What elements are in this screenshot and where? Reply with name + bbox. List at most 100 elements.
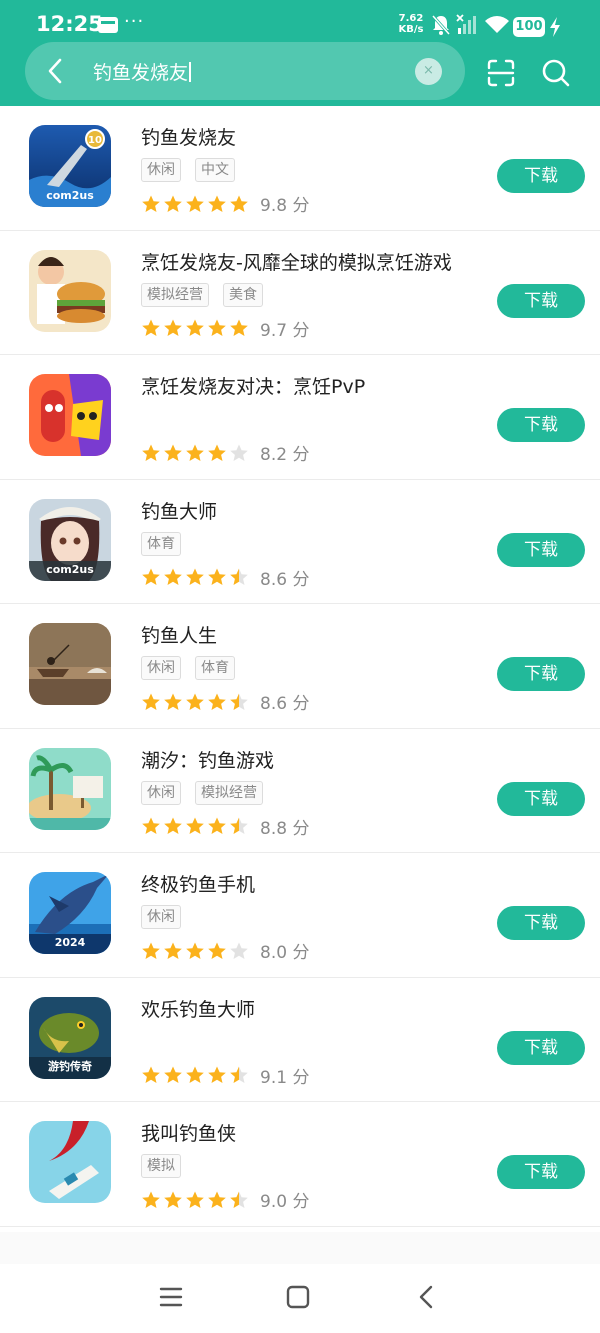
app-name[interactable]: 烹饪发烧友对决：烹饪PvP xyxy=(141,372,365,399)
app-name[interactable]: 钓鱼发烧友 xyxy=(141,123,236,150)
star-icon xyxy=(141,1189,163,1208)
app-name[interactable]: 终极钓鱼手机 xyxy=(141,870,255,897)
rating-score: 8.0 分 xyxy=(260,943,310,963)
fishing-game-icon[interactable]: 10 com2us xyxy=(29,125,111,207)
text-cursor xyxy=(189,62,192,82)
star-icon xyxy=(163,691,185,710)
download-button[interactable]: 下载 xyxy=(497,906,585,940)
star-icon xyxy=(185,193,207,212)
status-time: 12:25 xyxy=(36,12,103,36)
app-tags: 休闲 中文 xyxy=(141,158,249,182)
star-icon xyxy=(163,940,185,959)
app-result-row[interactable]: com2us 钓鱼大师体育 8.6 分 下载 xyxy=(0,480,600,604)
download-button[interactable]: 下载 xyxy=(497,657,585,691)
charging-icon xyxy=(549,16,561,42)
star-icon xyxy=(163,1065,185,1084)
burger-chef-icon[interactable] xyxy=(29,249,111,332)
download-button[interactable]: 下载 xyxy=(497,159,585,193)
app-rating: 9.8 分 xyxy=(141,191,310,216)
download-button[interactable]: 下载 xyxy=(497,781,585,816)
app-result-row[interactable]: 潮汐：钓鱼游戏 休闲 模拟经营 8.8 分 下载 xyxy=(0,729,600,853)
star-icon xyxy=(185,816,207,835)
app-result-row[interactable]: 2024 终极钓鱼手机 休闲 8.0 分 下载 xyxy=(0,853,600,978)
star-icon xyxy=(207,442,229,461)
network-speed-value: 7.62 xyxy=(398,13,424,24)
app-name[interactable]: 潮汐：钓鱼游戏 xyxy=(141,746,274,773)
island-raft-icon[interactable] xyxy=(29,747,111,830)
star-icon xyxy=(163,567,185,586)
app-rating: 8.2 分 xyxy=(141,440,310,465)
app-name[interactable]: 欢乐钓鱼大师 xyxy=(141,995,255,1022)
search-box[interactable]: 钓鱼发烧友 × xyxy=(25,42,465,100)
star-rating xyxy=(141,691,251,712)
back-arrow-icon[interactable] xyxy=(45,57,65,89)
star-icon xyxy=(185,318,207,337)
download-button[interactable]: 下载 xyxy=(497,1155,585,1189)
star-icon xyxy=(185,442,207,461)
star-rating xyxy=(141,193,251,214)
rating-score: 8.6 分 xyxy=(260,694,310,714)
category-tag: 休闲 xyxy=(141,158,181,182)
category-tag: 休闲 xyxy=(141,905,181,929)
category-tag: 休闲 xyxy=(141,656,181,680)
app-result-row[interactable]: 游钓传奇 欢乐钓鱼大师 9.1 分 下载 xyxy=(0,978,600,1102)
app-result-row[interactable]: 10 com2us 钓鱼发烧友休闲 中文 9.8 分 下载 xyxy=(0,106,600,231)
search-input[interactable]: 钓鱼发烧友 xyxy=(93,58,192,85)
star-icon xyxy=(229,567,251,586)
app-name[interactable]: 钓鱼人生 xyxy=(141,621,217,648)
fisherman-boat-icon[interactable] xyxy=(29,623,111,705)
app-tags: 体育 xyxy=(141,531,195,556)
search-icon[interactable] xyxy=(541,58,571,92)
app-rating: 9.7 分 xyxy=(141,316,309,341)
star-icon xyxy=(141,691,163,710)
category-tag: 体育 xyxy=(141,531,181,556)
app-result-row[interactable]: 烹饪发烧友对决：烹饪PvP 8.2 分 下载 xyxy=(0,355,600,480)
icon-logo-text: com2us xyxy=(46,189,94,202)
status-bar: 12:25 ··· 7.62 KB/s 100 xyxy=(0,0,600,48)
star-icon xyxy=(207,1189,229,1208)
anime-girl-icon[interactable]: com2us xyxy=(29,498,111,581)
star-icon xyxy=(141,1065,163,1084)
category-tag: 中文 xyxy=(195,158,235,182)
star-icon xyxy=(163,1189,185,1208)
message-notification-icon xyxy=(98,17,118,33)
app-name[interactable]: 烹饪发烧友-风靡全球的模拟烹饪游戏 xyxy=(141,248,452,275)
star-icon xyxy=(207,1065,229,1084)
download-button[interactable]: 下载 xyxy=(497,532,585,567)
category-tag: 休闲 xyxy=(141,780,181,805)
app-result-row[interactable]: 钓鱼人生休闲 体育 8.6 分 下载 xyxy=(0,604,600,729)
back-icon[interactable] xyxy=(414,1284,440,1314)
clear-search-button[interactable]: × xyxy=(415,58,442,85)
icon-logo-text: com2us xyxy=(46,562,94,576)
svg-text:10: 10 xyxy=(88,135,102,146)
download-button[interactable]: 下载 xyxy=(497,408,585,442)
star-icon xyxy=(163,318,185,337)
star-icon xyxy=(163,816,185,835)
star-icon xyxy=(185,1189,207,1208)
app-result-row[interactable]: 烹饪发烧友-风靡全球的模拟烹饪游戏 模拟经营 美食 9.7 分 下载 xyxy=(0,231,600,355)
star-icon xyxy=(207,567,229,586)
search-query-text: 钓鱼发烧友 xyxy=(93,62,189,84)
app-name[interactable]: 我叫钓鱼侠 xyxy=(141,1119,236,1146)
mute-bell-icon xyxy=(431,14,451,40)
star-icon xyxy=(229,193,251,212)
app-rating: 8.6 分 xyxy=(141,565,310,590)
app-name[interactable]: 钓鱼大师 xyxy=(141,497,217,524)
rating-score: 9.8 分 xyxy=(260,196,310,216)
app-result-row[interactable]: 我叫钓鱼侠 模拟 9.0 分 下载 xyxy=(0,1102,600,1227)
category-tag: 模拟经营 xyxy=(141,282,209,307)
marlin-icon[interactable]: 2024 xyxy=(29,872,111,954)
bass-fish-icon[interactable]: 游钓传奇 xyxy=(29,996,111,1079)
star-icon xyxy=(207,193,229,212)
download-button[interactable]: 下载 xyxy=(497,283,585,318)
boat-shark-icon[interactable] xyxy=(29,1121,111,1203)
scan-icon[interactable] xyxy=(486,58,516,92)
rating-score: 8.6 分 xyxy=(260,569,310,590)
download-button[interactable]: 下载 xyxy=(497,1030,585,1065)
sausage-cheese-icon[interactable] xyxy=(29,374,111,456)
menu-icon[interactable] xyxy=(158,1284,184,1314)
category-tag: 体育 xyxy=(195,656,235,680)
home-icon[interactable] xyxy=(285,1284,311,1314)
rating-score: 8.2 分 xyxy=(260,445,310,465)
star-icon xyxy=(163,442,185,461)
